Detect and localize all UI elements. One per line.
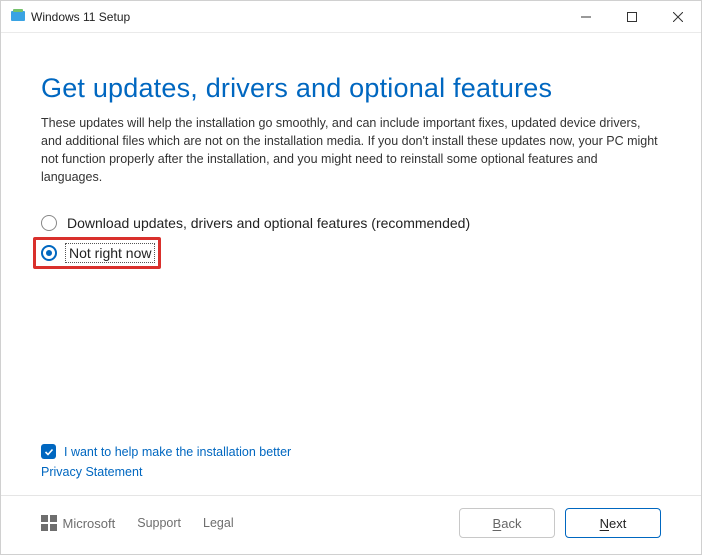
option-not-right-now[interactable]: Not right now bbox=[41, 245, 153, 261]
main-content: Get updates, drivers and optional featur… bbox=[1, 33, 701, 444]
help-improve-checkbox[interactable] bbox=[41, 444, 56, 459]
titlebar: Windows 11 Setup bbox=[1, 1, 701, 33]
microsoft-logo: Microsoft bbox=[41, 515, 115, 531]
footer-left: Microsoft Support Legal bbox=[41, 515, 234, 531]
legal-link[interactable]: Legal bbox=[203, 516, 234, 530]
page-heading: Get updates, drivers and optional featur… bbox=[41, 73, 661, 104]
bottom-area: I want to help make the installation bet… bbox=[1, 444, 701, 495]
microsoft-logo-icon bbox=[41, 515, 57, 531]
setup-window: Windows 11 Setup Get updates, drivers an… bbox=[0, 0, 702, 555]
option-label: Not right now bbox=[67, 245, 153, 261]
microsoft-logo-text: Microsoft bbox=[63, 516, 116, 531]
help-improve-row: I want to help make the installation bet… bbox=[41, 444, 661, 459]
app-icon bbox=[11, 8, 25, 25]
option-download-updates[interactable]: Download updates, drivers and optional f… bbox=[41, 215, 470, 231]
update-options: Download updates, drivers and optional f… bbox=[41, 215, 661, 261]
minimize-button[interactable] bbox=[563, 1, 609, 33]
next-button[interactable]: Next bbox=[565, 508, 661, 538]
footer: Microsoft Support Legal Back Next bbox=[1, 495, 701, 554]
titlebar-left: Windows 11 Setup bbox=[11, 8, 130, 25]
close-button[interactable] bbox=[655, 1, 701, 33]
footer-buttons: Back Next bbox=[459, 508, 661, 538]
privacy-statement-link[interactable]: Privacy Statement bbox=[41, 465, 661, 479]
support-link[interactable]: Support bbox=[137, 516, 181, 530]
window-controls bbox=[563, 1, 701, 33]
radio-icon bbox=[41, 215, 57, 231]
page-description: These updates will help the installation… bbox=[41, 114, 661, 187]
back-button[interactable]: Back bbox=[459, 508, 555, 538]
option-label: Download updates, drivers and optional f… bbox=[67, 215, 470, 231]
radio-icon bbox=[41, 245, 57, 261]
help-improve-label[interactable]: I want to help make the installation bet… bbox=[64, 445, 291, 459]
window-title: Windows 11 Setup bbox=[31, 10, 130, 24]
maximize-button[interactable] bbox=[609, 1, 655, 33]
